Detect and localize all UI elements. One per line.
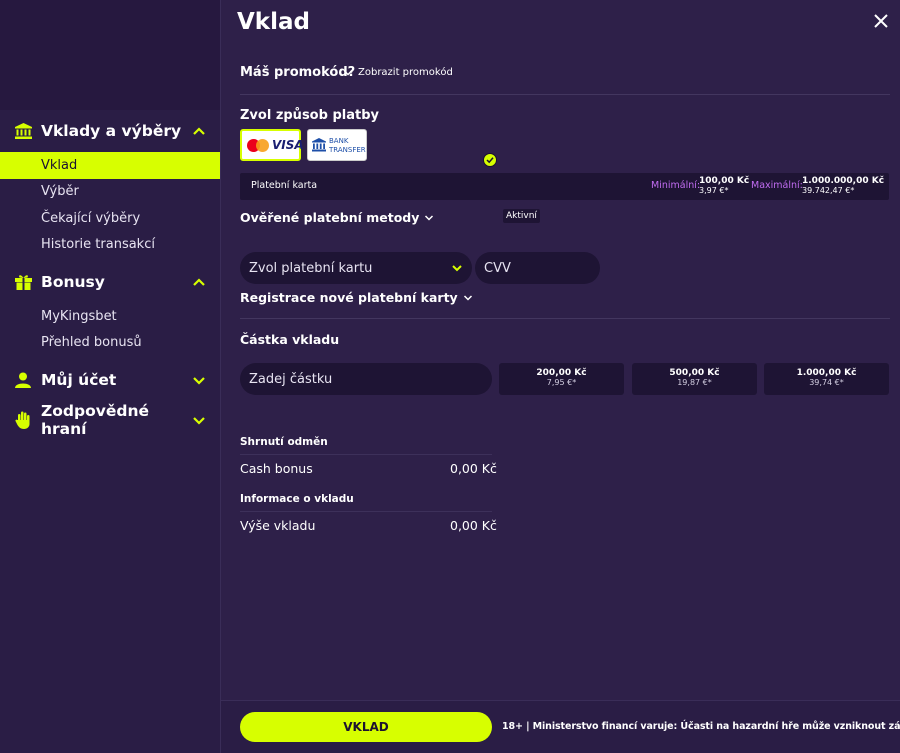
register-card-toggle[interactable]: Registrace nové platební karty [240, 290, 473, 305]
min-limit-label: Minimální: [651, 180, 701, 191]
deposit-info-heading: Informace o vkladu [240, 493, 354, 505]
quick-amount-eur: 7,95 €* [546, 378, 577, 387]
sidebar-item-deposit[interactable]: Vklad [0, 152, 220, 179]
divider [240, 511, 492, 512]
visa-logo: VISA [272, 138, 304, 152]
amount-input[interactable]: Zadej částku [240, 363, 492, 395]
deposit-panel: Vklad Máš promokód? Zobrazit promokód Zv… [221, 0, 900, 753]
amount-heading: Částka vkladu [240, 332, 340, 347]
chevron-down-icon [193, 377, 205, 385]
quick-amount-500-button[interactable]: 500,00 Kč 19,87 €* [632, 363, 757, 395]
card-payment-option[interactable]: VISA [240, 129, 304, 161]
sidebar-header [0, 0, 220, 110]
quick-amount-eur: 19,87 €* [677, 378, 712, 387]
max-limit-label: Maximální: [751, 180, 803, 191]
register-card-label: Registrace nové platební karty [240, 290, 458, 305]
sidebar-item-bonus-overview[interactable]: Přehled bonusů [0, 330, 220, 357]
quick-amount-eur: 39,74 €* [809, 378, 844, 387]
quick-amount-czk: 500,00 Kč [669, 368, 720, 378]
promo-toggle-label: Zobrazit promokód [358, 67, 453, 78]
chevron-up-icon [193, 278, 205, 286]
sidebar-item-transaction-history[interactable]: Historie transakcí [0, 232, 220, 259]
close-icon[interactable] [873, 13, 889, 29]
cash-bonus-value: 0,00 Kč [450, 461, 497, 476]
min-limit-eur: 3,97 €* [699, 186, 729, 195]
quick-amount-200-button[interactable]: 200,00 Kč 7,95 €* [499, 363, 624, 395]
chevron-down-icon [343, 69, 353, 76]
quick-amount-1000-button[interactable]: 1.000,00 Kč 39,74 €* [764, 363, 889, 395]
chevron-up-icon [193, 127, 205, 135]
sidebar-section-deposits[interactable]: Vklady a výběry [0, 110, 220, 152]
deposit-amount-label: Výše vkladu [240, 518, 316, 533]
quick-amount-czk: 200,00 Kč [536, 368, 587, 378]
cash-bonus-label: Cash bonus [240, 461, 313, 476]
rewards-summary-heading: Shrnutí odměn [240, 436, 328, 448]
min-limit-value: 100,00 Kč [699, 176, 750, 186]
chevron-down-icon [452, 265, 462, 272]
divider [240, 454, 492, 455]
deposit-button[interactable]: VKLAD [240, 712, 492, 742]
bank-icon [14, 122, 32, 140]
gift-icon [14, 273, 32, 291]
divider [240, 94, 890, 95]
sidebar-section-bonuses[interactable]: Bonusy [0, 261, 220, 303]
verified-methods-label: Ověřené platební metody [240, 210, 420, 225]
bank-icon [312, 138, 326, 152]
sidebar-item-mykingsbet[interactable]: MyKingsbet [0, 303, 220, 330]
sidebar-section-responsible-gaming[interactable]: Zodpovědné hraní [0, 399, 220, 441]
verified-methods-toggle[interactable]: Ověřené platební metody [240, 210, 434, 225]
chevron-down-icon [193, 417, 205, 425]
payment-method-heading: Zvol způsob platby [240, 108, 379, 123]
sidebar-section-label: Můj účet [41, 371, 117, 389]
quick-amount-czk: 1.000,00 Kč [796, 368, 857, 378]
sidebar: Vklady a výběry Vklad Výběr Čekající výb… [0, 0, 221, 753]
divider [240, 318, 890, 319]
chevron-down-icon [463, 294, 472, 301]
sidebar-section-label: Bonusy [41, 273, 105, 291]
status-badge: Aktivní [503, 209, 540, 223]
mastercard-icon [247, 139, 269, 152]
max-limit-value: 1.000.000,00 Kč [802, 176, 885, 186]
bank-transfer-label-line1: BANK [329, 137, 349, 145]
bank-transfer-label-line2: TRANSFER [329, 145, 366, 154]
deposit-amount-value: 0,00 Kč [450, 518, 497, 533]
sidebar-item-withdrawal[interactable]: Výběr [0, 179, 220, 206]
payment-method-name: Platební karta [251, 180, 318, 191]
sidebar-item-pending-withdrawals[interactable]: Čekající výběry [0, 205, 220, 232]
cvv-input[interactable]: CVV [475, 252, 600, 284]
page-title: Vklad [237, 9, 310, 35]
promo-toggle[interactable]: Zobrazit promokód [343, 67, 453, 78]
bank-transfer-option[interactable]: BANK TRANSFER [307, 129, 367, 161]
sidebar-section-my-account[interactable]: Můj účet [0, 359, 220, 401]
chevron-down-icon [425, 214, 434, 221]
hand-icon [14, 411, 32, 429]
promo-question: Máš promokód? [240, 65, 356, 80]
selected-check-icon [483, 153, 497, 167]
legal-notice: 18+ | Ministerstvo financí varuje: Účast… [502, 721, 900, 732]
sidebar-section-label: Vklady a výběry [41, 122, 182, 140]
sidebar-section-label: Zodpovědné hraní [41, 402, 149, 438]
payment-limits-bar: Platební karta Minimální: 100,00 Kč 3,97… [240, 173, 889, 200]
user-icon [14, 371, 32, 389]
card-select-label: Zvol platební kartu [249, 260, 373, 276]
card-select-dropdown[interactable]: Zvol platební kartu [240, 252, 472, 284]
max-limit-eur: 39.742,47 €* [802, 186, 855, 195]
